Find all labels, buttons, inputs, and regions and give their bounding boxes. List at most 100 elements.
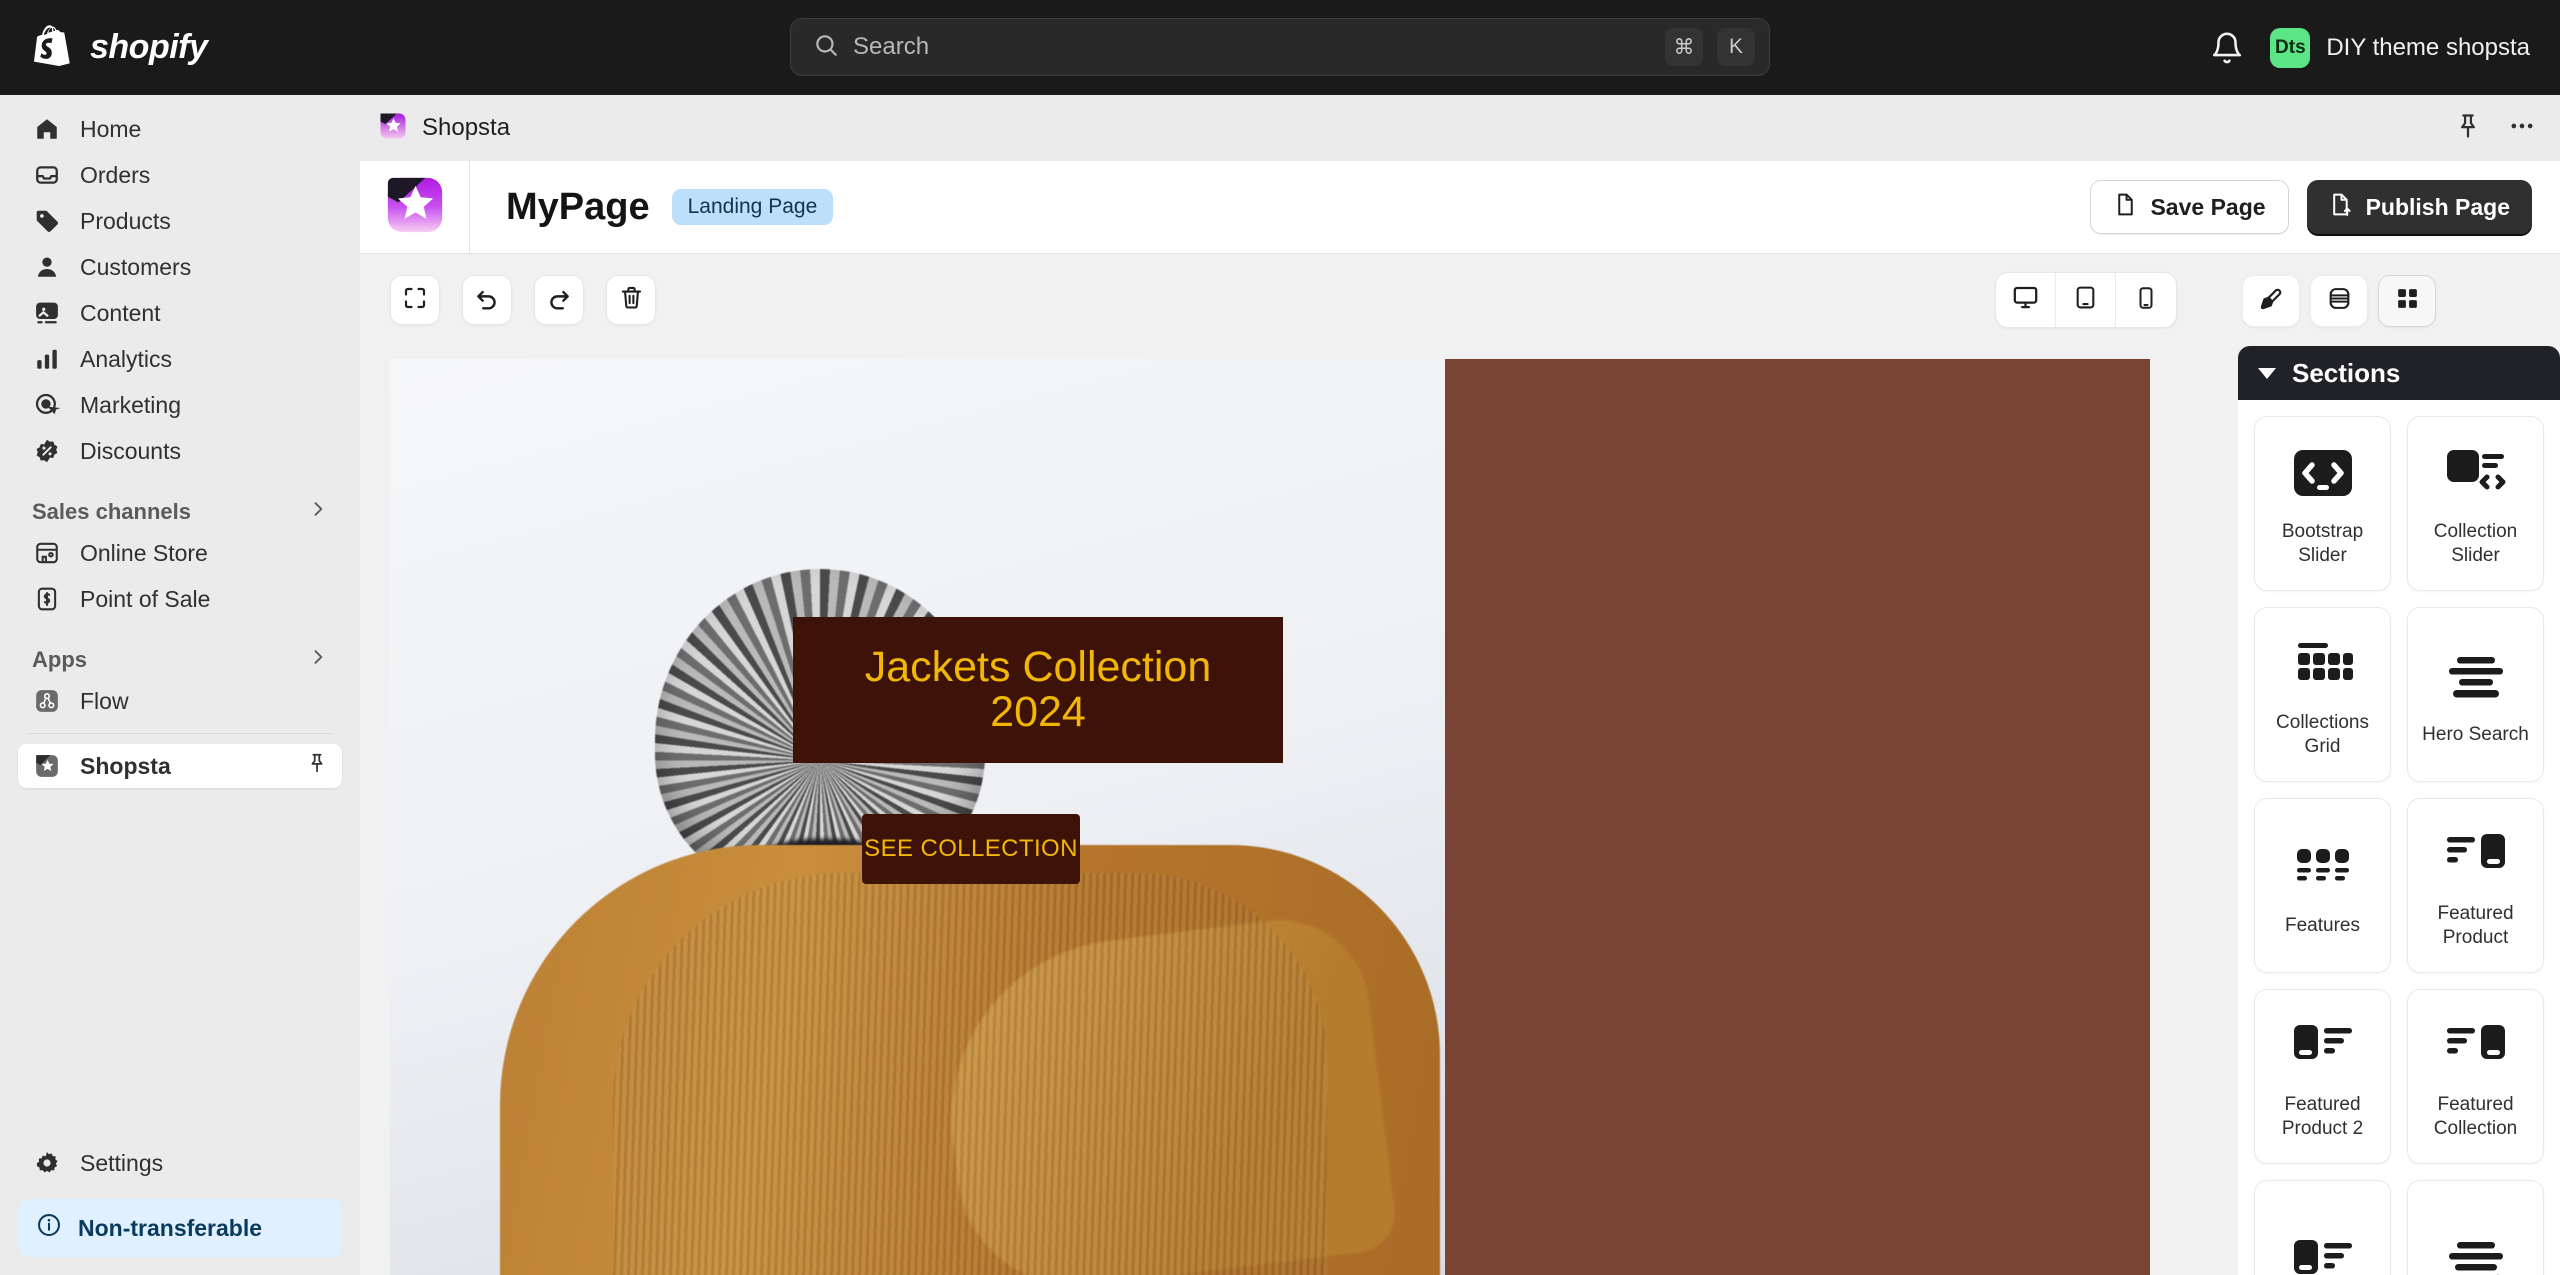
pin-icon[interactable]: [2454, 112, 2482, 145]
sections-panel-title: Sections: [2292, 357, 2401, 388]
hero-title-line-1: Jackets Collection: [864, 643, 1212, 692]
features-columns-icon: [2290, 834, 2356, 900]
sidebar-item-label: Online Store: [80, 539, 208, 566]
viewport-tablet-button[interactable]: [2056, 273, 2116, 327]
delete-button[interactable]: [606, 275, 656, 325]
page-title-group: MyPage Landing Page: [506, 186, 834, 229]
account-menu[interactable]: Dts DIY theme shopsta: [2270, 27, 2530, 68]
sections-panel: Sections Bootstrap Slider Collection Sli…: [2238, 346, 2560, 1275]
section-card-label: Hero Search: [2422, 723, 2529, 745]
save-page-button[interactable]: Save Page: [2090, 180, 2289, 234]
tab-layers[interactable]: [2310, 275, 2368, 327]
pos-icon: [32, 584, 62, 614]
sidebar-item-online-store[interactable]: Online Store: [18, 531, 342, 575]
document-upload-icon: [2329, 192, 2354, 223]
section-card-features[interactable]: Features: [2254, 798, 2391, 973]
caret-down-icon: [2258, 367, 2276, 379]
publish-page-button[interactable]: Publish Page: [2306, 180, 2532, 234]
sidebar-item-label: Content: [80, 299, 161, 326]
sidebar-item-label: Settings: [80, 1149, 164, 1176]
sidebar-item-settings[interactable]: Settings: [18, 1141, 342, 1185]
sections-panel-header[interactable]: Sections: [2238, 346, 2560, 400]
document-icon: [2113, 192, 2138, 223]
breadcrumb[interactable]: Shopsta: [378, 111, 510, 146]
section-card-featured-product[interactable]: Featured Product: [2407, 798, 2544, 973]
sidebar-item-products[interactable]: Products: [18, 199, 342, 243]
sidebar-item-shopsta[interactable]: Shopsta: [18, 744, 342, 788]
shopify-brand[interactable]: shopify: [34, 0, 208, 95]
publish-page-label: Publish Page: [2365, 193, 2510, 220]
section-card-bootstrap-slider[interactable]: Bootstrap Slider: [2254, 416, 2391, 591]
app-titlebar: Shopsta: [360, 95, 2560, 161]
sidebar-item-point-of-sale[interactable]: Point of Sale: [18, 577, 342, 621]
undo-button[interactable]: [462, 275, 512, 325]
non-transferable-label: Non-transferable: [78, 1214, 263, 1241]
section-card-hero-search[interactable]: Hero Search: [2407, 607, 2544, 782]
breadcrumb-label: Shopsta: [422, 114, 511, 141]
fullscreen-icon: [403, 286, 427, 315]
orders-inbox-icon: [32, 160, 62, 190]
hero-photo-jacket: [500, 845, 1440, 1275]
global-search[interactable]: ⌘ K: [790, 18, 1770, 76]
sidebar-item-label: Customers: [80, 253, 192, 280]
editor-toolbar: [390, 275, 656, 325]
section-card-partial-1[interactable]: [2254, 1180, 2391, 1275]
shopsta-star-icon: [32, 751, 62, 781]
hero-photo-jacket-collar: [930, 910, 1400, 1275]
desktop-icon: [2012, 284, 2039, 316]
section-card-collections-grid[interactable]: Collections Grid: [2254, 607, 2391, 782]
sidebar-item-label: Marketing: [80, 391, 181, 418]
sidebar-item-label: Shopsta: [80, 752, 171, 779]
grid-icon: [2395, 286, 2420, 316]
card-left-text-right-icon: [2290, 1228, 2356, 1275]
viewport-toggle: [1995, 272, 2177, 328]
page-canvas[interactable]: Jackets Collection 2024 SEE COLLECTION: [390, 359, 2150, 1275]
search-icon: [813, 32, 839, 63]
home-icon: [32, 114, 62, 144]
sidebar-group-sales-channels[interactable]: Sales channels: [32, 499, 328, 525]
sidebar-item-analytics[interactable]: Analytics: [18, 337, 342, 381]
sidebar-item-marketing[interactable]: Marketing: [18, 383, 342, 427]
fullscreen-button[interactable]: [390, 275, 440, 325]
section-card-label: Bootstrap Slider: [2281, 520, 2364, 566]
sidebar-group-apps[interactable]: Apps: [32, 647, 328, 673]
sidebar-item-customers[interactable]: Customers: [18, 245, 342, 289]
sidebar-item-label: Point of Sale: [80, 585, 211, 612]
non-transferable-notice[interactable]: Non-transferable: [18, 1199, 342, 1257]
viewport-desktop-button[interactable]: [1996, 273, 2056, 327]
hero-lines-icon: [2443, 1228, 2509, 1275]
pin-icon[interactable]: [306, 752, 328, 780]
hero-section[interactable]: Jackets Collection 2024 SEE COLLECTION: [390, 359, 2150, 1275]
right-panel-tabs: [2242, 275, 2436, 327]
tab-design[interactable]: [2242, 275, 2300, 327]
undo-icon: [474, 285, 500, 316]
redo-button[interactable]: [534, 275, 584, 325]
search-input[interactable]: [853, 33, 1651, 61]
sidebar-item-flow[interactable]: Flow: [18, 679, 342, 723]
hero-cta-button[interactable]: SEE COLLECTION: [862, 814, 1080, 884]
section-card-featured-collection[interactable]: Featured Collection: [2407, 989, 2544, 1164]
section-card-featured-product-2[interactable]: Featured Product 2: [2254, 989, 2391, 1164]
section-card-label: Collection Slider: [2433, 520, 2518, 566]
sidebar-item-discounts[interactable]: Discounts: [18, 429, 342, 473]
topbar-right: Dts DIY theme shopsta: [2210, 0, 2530, 95]
shopify-wordmark: shopify: [90, 28, 208, 66]
sections-grid: Bootstrap Slider Collection Slider Colle…: [2238, 400, 2560, 1275]
sidebar-item-content[interactable]: Content: [18, 291, 342, 335]
text-left-card-right-icon: [2443, 822, 2509, 888]
section-card-label: Featured Collection: [2433, 1093, 2518, 1139]
sidebar-item-home[interactable]: Home: [18, 107, 342, 151]
bell-icon[interactable]: [2210, 31, 2244, 65]
section-card-collection-slider[interactable]: Collection Slider: [2407, 416, 2544, 591]
viewport-mobile-button[interactable]: [2116, 273, 2176, 327]
embedded-app-frame: Shopsta MyPage Landing Page Save Page Pu…: [360, 95, 2560, 1275]
sidebar-item-label: Products: [80, 207, 171, 234]
slider-arrows-icon: [2290, 440, 2356, 506]
hero-side-panel: [1445, 359, 2150, 1275]
more-horizontal-icon[interactable]: [2508, 112, 2536, 145]
sidebar-item-orders[interactable]: Orders: [18, 153, 342, 197]
hero-title-block[interactable]: Jackets Collection 2024: [793, 617, 1283, 763]
section-card-partial-2[interactable]: [2407, 1180, 2544, 1275]
tab-blocks[interactable]: [2378, 275, 2436, 327]
sidebar-item-label: Home: [80, 115, 142, 142]
